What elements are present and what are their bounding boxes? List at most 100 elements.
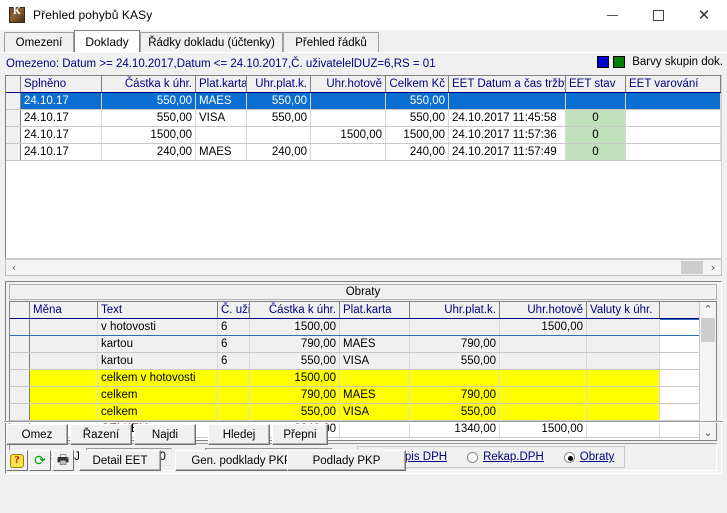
row-marker[interactable] <box>10 319 30 335</box>
cell-castka: 240,00 <box>102 144 196 160</box>
table-row[interactable]: 24.10.17 550,00 MAES 550,00 550,00 <box>6 93 721 110</box>
col-header-castka[interactable]: Částka k úhr. <box>102 76 196 92</box>
podlady-pkp-button[interactable]: Podlady PKP <box>287 450 406 471</box>
group-colors-legend: Barvy skupin dok. <box>597 56 723 68</box>
table-row[interactable]: 24.10.17 240,00 MAES 240,00 240,00 24.10… <box>6 144 721 161</box>
col-header-uhrhotove[interactable]: Uhr.hotově <box>311 76 386 92</box>
scroll-up-icon[interactable]: ⌃ <box>700 302 716 317</box>
help-button[interactable]: ? <box>6 450 28 471</box>
cell-text: celkem <box>98 404 218 420</box>
col-header-text[interactable]: Text <box>98 302 218 318</box>
cell-eet-datum: 24.10.2017 11:45:58 <box>449 110 566 126</box>
row-marker[interactable] <box>6 93 21 109</box>
cell-uhrplatk: 550,00 <box>247 110 311 126</box>
col-header-mena[interactable]: Měna <box>30 302 98 318</box>
col-header-marker2[interactable] <box>10 302 30 318</box>
list-item[interactable]: v hotovosti 6 1500,00 1500,00 <box>10 319 701 336</box>
cell-cuziv <box>218 404 250 420</box>
table-row[interactable]: 24.10.17 1500,00 1500,00 1500,00 24.10.2… <box>6 127 721 144</box>
hledej-button[interactable]: Hledej <box>208 424 270 445</box>
col-header-uhrhotove2[interactable]: Uhr.hotově <box>500 302 587 318</box>
row-marker[interactable] <box>10 353 30 369</box>
minimize-button[interactable] <box>589 0 635 30</box>
cell-castka: 1500,00 <box>250 319 340 335</box>
row-marker[interactable] <box>6 144 21 160</box>
col-header-cuziv[interactable]: Č. uživ <box>218 302 250 318</box>
cell-eet-stav: 0 <box>566 110 626 126</box>
obraty-grid[interactable]: Měna Text Č. uživ Částka k úhr. Plat.kar… <box>9 301 717 441</box>
col-header-platkarta[interactable]: Plat.karta <box>196 76 247 92</box>
table-row[interactable]: 24.10.17 550,00 VISA 550,00 550,00 24.10… <box>6 110 721 127</box>
hscroll-thumb[interactable] <box>681 261 703 274</box>
row-marker[interactable] <box>10 370 30 386</box>
tab-doklady[interactable]: Doklady <box>74 30 140 52</box>
col-header-castka2[interactable]: Částka k úhr. <box>250 302 340 318</box>
tab-prehled-radku[interactable]: Přehled řádků <box>283 32 379 52</box>
najdi-button[interactable]: Najdi <box>134 424 196 445</box>
cell-uhrhotove <box>500 353 587 369</box>
col-header-eet-varovani[interactable]: EET varování <box>626 76 721 92</box>
close-button[interactable]: ✕ <box>681 0 727 30</box>
row-marker[interactable] <box>10 387 30 403</box>
legend-label: Barvy skupin dok. <box>632 56 723 68</box>
cell-eet-varovani <box>626 93 721 109</box>
doklady-horizontal-scrollbar[interactable]: ‹ › <box>5 259 722 276</box>
cell-platkarta: MAES <box>340 336 410 352</box>
bottom-separator <box>4 421 723 423</box>
list-item[interactable]: celkem v hotovosti 1500,00 <box>10 370 701 387</box>
col-header-uhrplatk2[interactable]: Uhr.plat.k. <box>410 302 500 318</box>
button-bar-primary: Omez Řazení Najdi Hledej Přepni <box>0 424 727 449</box>
list-item[interactable]: kartou 6 790,00 MAES 790,00 <box>10 336 701 353</box>
tab-radky-dokladu[interactable]: Řádky dokladu (účtenky) <box>140 32 283 52</box>
cell-uhrplatk: 550,00 <box>410 353 500 369</box>
cell-splneno: 24.10.17 <box>21 110 102 126</box>
list-item[interactable]: celkem 550,00 VISA 550,00 <box>10 404 701 421</box>
scroll-right-icon[interactable]: › <box>705 260 721 275</box>
cell-mena <box>30 336 98 352</box>
obraty-vertical-scrollbar[interactable]: ⌃ ⌄ <box>699 302 716 440</box>
omez-button[interactable]: Omez <box>6 424 68 445</box>
col-header-celkem[interactable]: Celkem Kč <box>386 76 449 92</box>
cell-text: kartou <box>98 336 218 352</box>
cell-cuziv: 6 <box>218 336 250 352</box>
cell-eet-stav: 0 <box>566 144 626 160</box>
vscroll-thumb[interactable] <box>701 318 715 342</box>
col-header-valuty[interactable]: Valuty k úhr. <box>587 302 660 318</box>
detail-eet-button[interactable]: Detail EET <box>79 450 161 471</box>
col-header-marker[interactable] <box>6 76 21 92</box>
cell-mena <box>30 387 98 403</box>
cell-uhrplatk <box>247 127 311 143</box>
col-header-platkarta2[interactable]: Plat.karta <box>340 302 410 318</box>
legend-swatch-blue <box>597 56 610 68</box>
cell-uhrhotove <box>311 110 386 126</box>
list-item[interactable]: kartou 6 550,00 VISA 550,00 <box>10 353 701 370</box>
row-marker[interactable] <box>10 404 30 420</box>
cell-uhrhotove <box>500 387 587 403</box>
col-header-eet-datum[interactable]: EET Datum a čas tržby <box>449 76 566 92</box>
maximize-button[interactable] <box>635 0 681 30</box>
row-marker[interactable] <box>6 110 21 126</box>
cell-platkarta <box>196 127 247 143</box>
refresh-button[interactable]: ⟳ <box>29 450 51 471</box>
col-header-eet-stav[interactable]: EET stav <box>566 76 626 92</box>
row-marker[interactable] <box>6 127 21 143</box>
hscroll-track[interactable] <box>22 260 705 275</box>
cell-uhrhotove <box>311 144 386 160</box>
row-marker[interactable] <box>10 336 30 352</box>
col-header-splneno[interactable]: Splněno <box>21 76 102 92</box>
scroll-left-icon[interactable]: ‹ <box>6 260 22 275</box>
cell-platkarta: VISA <box>196 110 247 126</box>
print-button[interactable]: 🖶 <box>52 450 74 471</box>
col-header-uhrplatk[interactable]: Uhr.plat.k. <box>247 76 311 92</box>
cell-platkarta <box>340 370 410 386</box>
doklady-grid[interactable]: Splněno Částka k úhr. Plat.karta Uhr.pla… <box>5 75 722 259</box>
cell-celkem: 1500,00 <box>386 127 449 143</box>
cell-uhrplatk <box>410 319 500 335</box>
application-window: Přehled pohybů KASy ✕ Omezení Doklady Řá… <box>0 0 727 513</box>
prepni-button[interactable]: Přepni <box>272 424 328 445</box>
cell-uhrplatk: 240,00 <box>247 144 311 160</box>
refresh-icon: ⟳ <box>34 452 46 469</box>
tab-omezeni[interactable]: Omezení <box>4 32 74 52</box>
list-item[interactable]: celkem 790,00 MAES 790,00 <box>10 387 701 404</box>
razeni-button[interactable]: Řazení <box>70 424 132 445</box>
